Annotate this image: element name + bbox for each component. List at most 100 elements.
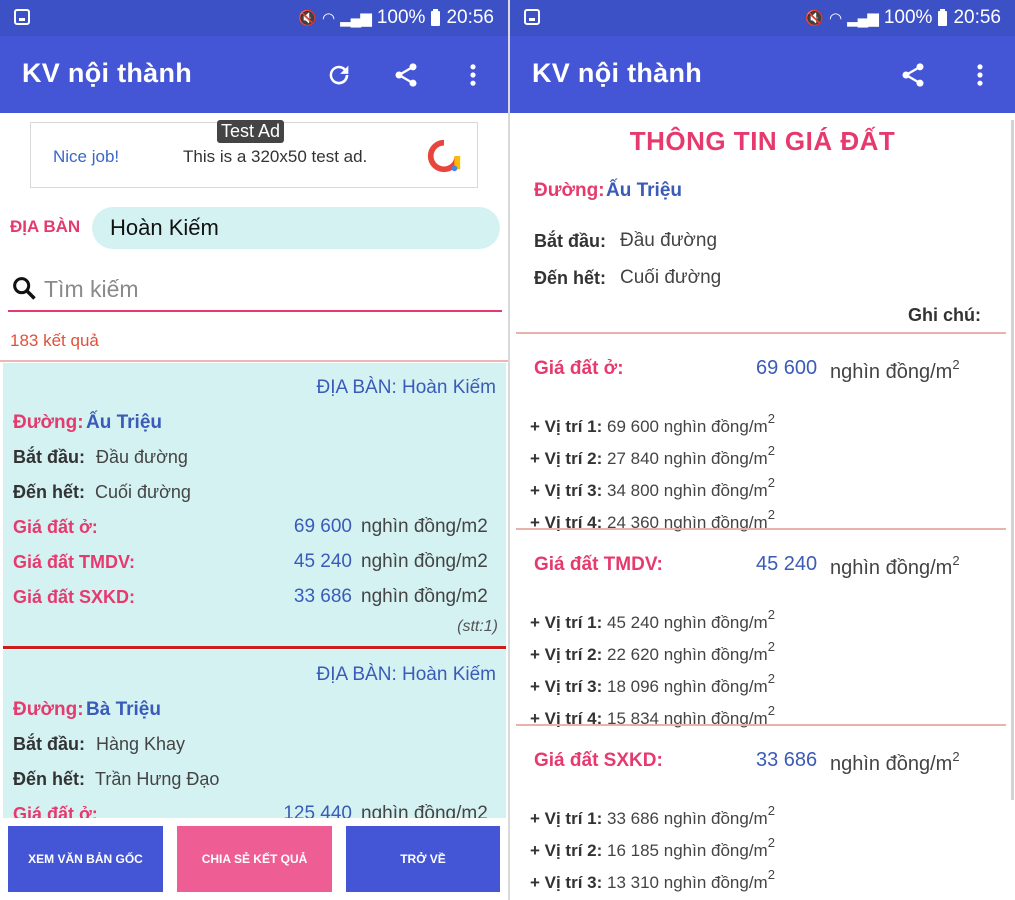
position-row: + Vị trí 3: 34 800 nghìn đồng/m2 [530, 475, 775, 500]
more-vert-icon [470, 64, 476, 86]
share-button[interactable] [389, 58, 423, 92]
app-bar: KV nội thành [510, 36, 1015, 113]
ad-banner[interactable]: Test Ad Nice job! This is a 320x50 test … [30, 120, 478, 188]
position-row: + Vị trí 1: 69 600 nghìn đồng/m2 [530, 411, 775, 436]
card-start-label: Bắt đầu: [13, 734, 85, 754]
result-count: 183 kết quả [10, 331, 99, 350]
back-button[interactable]: TRỞ VỀ [346, 826, 500, 892]
card-end-label: Đến hết: [13, 769, 85, 789]
section-price-label: Giá đất ở: [534, 358, 624, 379]
card-end-label: Đến hết: [13, 482, 85, 502]
card-street-value: Ấu Triệu [86, 412, 163, 433]
card-end-value: Cuối đường [95, 482, 191, 502]
share-icon [902, 63, 924, 87]
card-price-unit: nghìn đồng/m2 [361, 586, 488, 607]
status-icons: 🔇 ◠ ▂▄▆ 100% 20:56 [298, 7, 494, 29]
detail-heading: THÔNG TIN GIÁ ĐẤT [629, 126, 896, 156]
card-street-label: Đường: [13, 412, 84, 433]
battery-percent: 100% [883, 7, 933, 28]
app-title: KV nội thành [532, 58, 703, 88]
status-time: 20:56 [446, 7, 494, 28]
detail-street-value: Ấu Triệu [606, 180, 683, 201]
region-dropdown[interactable]: Hoàn Kiếm [92, 207, 500, 249]
card-street-label: Đường: [13, 699, 84, 720]
card-price-home-value: 69 600 [293, 516, 352, 537]
result-card[interactable]: ĐỊA BÀN: Hoàn Kiếm Đường: Bà Triệu Bắt đ… [3, 650, 506, 820]
status-bar: 🔇 ◠ ▂▄▆ 100% 20:56 [0, 0, 508, 36]
ad-nice-text: Nice job! [53, 147, 120, 166]
card-price-unit: nghìn đồng/m2 [361, 516, 488, 537]
search-icon [13, 277, 36, 300]
card-start-value: Hàng Khay [96, 734, 186, 754]
ad-logo-icon [427, 139, 461, 173]
section-divider [516, 724, 1006, 726]
gallery-notification-icon [524, 9, 540, 25]
overflow-menu-button[interactable] [963, 58, 997, 92]
gallery-notification-icon [14, 9, 30, 25]
card-stt: (stt:1) [457, 618, 498, 635]
status-bar: 🔇 ◠ ▂▄▆ 100% 20:56 [510, 0, 1015, 36]
ad-tag: Test Ad [217, 120, 285, 143]
app-title: KV nội thành [22, 58, 193, 88]
wifi-icon: ◠ [322, 10, 335, 27]
detail-end-value: Cuối đường [620, 267, 722, 288]
position-row: + Vị trí 2: 27 840 nghìn đồng/m2 [530, 443, 775, 468]
position-row: + Vị trí 3: 13 310 nghìn đồng/m2 [530, 867, 775, 892]
battery-percent: 100% [376, 7, 426, 28]
section-price-unit: nghìn đồng/m2 [830, 553, 960, 579]
share-icon [395, 63, 417, 87]
status-time: 20:56 [953, 7, 1001, 28]
card-start-value: Đầu đường [96, 447, 188, 467]
card-price-sxkd-value: 33 686 [293, 586, 352, 607]
scrollbar[interactable] [1011, 120, 1014, 800]
position-row: + Vị trí 2: 22 620 nghìn đồng/m2 [530, 639, 775, 664]
battery-icon [431, 8, 441, 26]
signal-icon: ▂▄▆ [847, 10, 879, 27]
card-price-unit: nghìn đồng/m2 [361, 551, 488, 572]
detail-street-label: Đường: [534, 180, 605, 201]
overflow-menu-button[interactable] [456, 58, 490, 92]
card-street-value: Bà Triệu [86, 699, 161, 720]
card-price-home-label: Giá đất ở: [13, 517, 98, 537]
card-end-value: Trần Hưng Đạo [95, 769, 220, 789]
search-input[interactable] [42, 272, 496, 306]
card-price-tmdv-label: Giá đất TMDV: [13, 552, 136, 572]
share-button[interactable] [896, 58, 930, 92]
bottom-action-bar: XEM VĂN BẢN GỐC CHIA SẺ KẾT QUẢ TRỞ VỀ [0, 818, 508, 900]
list-divider [0, 360, 508, 362]
refresh-icon [329, 65, 349, 85]
region-label: ĐỊA BÀN [10, 217, 81, 236]
card-price-tmdv-value: 45 240 [293, 551, 352, 572]
right-screen: 🔇 ◠ ▂▄▆ 100% 20:56 KV nội thành THÔNG TI… [510, 0, 1015, 900]
card-separator [3, 646, 506, 649]
wifi-icon: ◠ [829, 10, 842, 27]
refresh-button[interactable] [322, 58, 356, 92]
detail-note-label: Ghi chú: [908, 305, 981, 325]
result-card[interactable]: ĐỊA BÀN: Hoàn Kiếm Đường: Ấu Triệu Bắt đ… [3, 363, 506, 646]
share-result-button[interactable]: CHIA SẺ KẾT QUẢ [177, 826, 332, 892]
section-price-value: 33 686 [756, 749, 818, 771]
section-price-value: 69 600 [756, 357, 818, 379]
section-price-unit: nghìn đồng/m2 [830, 749, 960, 775]
view-original-button[interactable]: XEM VĂN BẢN GỐC [8, 826, 163, 892]
status-icons: 🔇 ◠ ▂▄▆ 100% 20:56 [805, 7, 1001, 29]
section-price-unit: nghìn đồng/m2 [830, 357, 960, 383]
signal-icon: ▂▄▆ [340, 10, 372, 27]
mute-icon: 🔇 [298, 10, 317, 27]
position-row: + Vị trí 1: 33 686 nghìn đồng/m2 [530, 803, 775, 828]
ad-text: This is a 320x50 test ad. [183, 147, 368, 166]
card-region: ĐỊA BÀN: Hoàn Kiếm [316, 664, 496, 685]
position-row: + Vị trí 3: 18 096 nghìn đồng/m2 [530, 671, 775, 696]
left-screen: 🔇 ◠ ▂▄▆ 100% 20:56 KV nội thành Test Ad … [0, 0, 508, 900]
app-bar: KV nội thành [0, 36, 508, 113]
mute-icon: 🔇 [805, 10, 824, 27]
detail-start-value: Đầu đường [620, 230, 718, 251]
search-bar [8, 268, 502, 312]
more-vert-icon [977, 64, 983, 86]
section-price-label: Giá đất TMDV: [534, 554, 663, 575]
card-start-label: Bắt đầu: [13, 447, 85, 467]
section-price-value: 45 240 [756, 553, 818, 575]
card-price-sxkd-label: Giá đất SXKD: [13, 587, 136, 607]
detail-end-label: Đến hết: [534, 268, 606, 288]
section-price-label: Giá đất SXKD: [534, 750, 663, 771]
